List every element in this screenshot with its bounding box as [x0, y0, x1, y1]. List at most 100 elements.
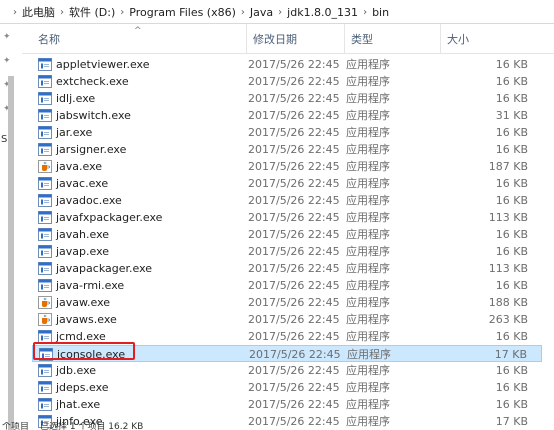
- file-type: 应用程序: [346, 228, 390, 241]
- file-name: jhat.exe: [56, 398, 101, 411]
- file-name: appletviewer.exe: [56, 58, 150, 71]
- java-app-icon: [38, 75, 52, 88]
- file-size: 16 KB: [495, 143, 528, 156]
- file-size: 113 KB: [488, 211, 528, 224]
- file-row[interactable]: javafxpackager.exe 2017/5/26 22:45 应用程序 113…: [32, 209, 542, 226]
- column-header-date[interactable]: 修改日期: [246, 24, 344, 54]
- file-row[interactable]: java-rmi.exe 2017/5/26 22:45 应用程序 16 KB: [32, 277, 542, 294]
- breadcrumb-item-jdk[interactable]: jdk1.8.0_131: [287, 6, 358, 19]
- file-size: 16 KB: [495, 381, 528, 394]
- file-modified-date: 2017/5/26 22:45: [248, 296, 340, 309]
- file-row[interactable]: jhat.exe 2017/5/26 22:45 应用程序 16 KB: [32, 396, 542, 413]
- java-app-icon: [38, 211, 52, 224]
- file-size: 16 KB: [495, 279, 528, 292]
- breadcrumb-item-this-pc[interactable]: 此电脑: [22, 4, 55, 20]
- file-type: 应用程序: [346, 177, 390, 190]
- nav-scrollbar[interactable]: [8, 76, 14, 430]
- file-modified-date: 2017/5/26 22:45: [248, 279, 340, 292]
- file-size: 16 KB: [495, 398, 528, 411]
- file-type: 应用程序: [346, 398, 390, 411]
- breadcrumb-separator: ›: [363, 6, 368, 18]
- file-type: 应用程序: [346, 262, 390, 275]
- file-type: 应用程序: [346, 330, 390, 343]
- java-app-icon: [38, 92, 52, 105]
- nav-scrollbar-thumb[interactable]: [8, 76, 14, 430]
- breadcrumb-separator: ›: [120, 6, 125, 18]
- pin-icon[interactable]: ✦: [3, 32, 11, 42]
- java-app-icon: [38, 177, 52, 190]
- file-modified-date: 2017/5/26 22:45: [248, 381, 340, 394]
- column-header-type[interactable]: 类型: [344, 24, 440, 54]
- file-row[interactable]: javapackager.exe 2017/5/26 22:45 应用程序 113 K…: [32, 260, 542, 277]
- file-modified-date: 2017/5/26 22:45: [248, 58, 340, 71]
- breadcrumb-item-program-files[interactable]: Program Files (x86): [129, 6, 236, 19]
- file-size: 31 KB: [495, 109, 528, 122]
- file-name: javafxpackager.exe: [56, 211, 163, 224]
- file-row[interactable]: jar.exe 2017/5/26 22:45 应用程序 16 KB: [32, 124, 542, 141]
- file-row[interactable]: javaw.exe 2017/5/26 22:45 应用程序 188 KB: [32, 294, 542, 311]
- file-modified-date: 2017/5/26 22:45: [248, 245, 340, 258]
- file-size: 113 KB: [488, 262, 528, 275]
- file-type: 应用程序: [346, 126, 390, 139]
- java-app-icon: [38, 330, 52, 343]
- file-name: extcheck.exe: [56, 75, 129, 88]
- file-row[interactable]: jdeps.exe 2017/5/26 22:45 应用程序 16 KB: [32, 379, 542, 396]
- file-row[interactable]: javap.exe 2017/5/26 22:45 应用程序 16 KB: [32, 243, 542, 260]
- file-modified-date: 2017/5/26 22:45: [248, 92, 340, 105]
- file-type: 应用程序: [347, 348, 391, 361]
- file-row[interactable]: jabswitch.exe 2017/5/26 22:45 应用程序 31 KB: [32, 107, 542, 124]
- file-row[interactable]: jconsole.exe 2017/5/26 22:45 应用程序 17 KB: [32, 345, 542, 362]
- file-type: 应用程序: [346, 143, 390, 156]
- file-name: idlj.exe: [56, 92, 96, 105]
- java-app-icon: [38, 109, 52, 122]
- file-name: javap.exe: [56, 245, 110, 258]
- file-row[interactable]: javac.exe 2017/5/26 22:45 应用程序 16 KB: [32, 175, 542, 192]
- java-app-icon: [38, 279, 52, 292]
- column-header-size[interactable]: 大小: [440, 24, 540, 54]
- file-row[interactable]: javah.exe 2017/5/26 22:45 应用程序 16 KB: [32, 226, 542, 243]
- file-name: javaw.exe: [56, 296, 111, 309]
- file-size: 16 KB: [495, 177, 528, 190]
- file-type: 应用程序: [346, 313, 390, 326]
- file-row[interactable]: jarsigner.exe 2017/5/26 22:45 应用程序 16 KB: [32, 141, 542, 158]
- file-name: jcmd.exe: [56, 330, 106, 343]
- file-modified-date: 2017/5/26 22:45: [249, 348, 341, 361]
- file-name: jdb.exe: [56, 364, 97, 377]
- breadcrumb-item-bin[interactable]: bin: [372, 6, 389, 19]
- file-row[interactable]: java.exe 2017/5/26 22:45 应用程序 187 KB: [32, 158, 542, 175]
- file-row[interactable]: extcheck.exe 2017/5/26 22:45 应用程序 16 KB: [32, 73, 542, 90]
- file-row[interactable]: jdb.exe 2017/5/26 22:45 应用程序 16 KB: [32, 362, 542, 379]
- file-size: 263 KB: [488, 313, 528, 326]
- file-size: 188 KB: [488, 296, 528, 309]
- file-row[interactable]: appletviewer.exe 2017/5/26 22:45 应用程序 16 KB: [32, 56, 542, 73]
- file-name: jar.exe: [56, 126, 93, 139]
- file-type: 应用程序: [346, 211, 390, 224]
- file-modified-date: 2017/5/26 22:45: [248, 262, 340, 275]
- file-row[interactable]: javadoc.exe 2017/5/26 22:45 应用程序 16 KB: [32, 192, 542, 209]
- breadcrumb-item-drive[interactable]: 软件 (D:): [69, 4, 115, 20]
- file-modified-date: 2017/5/26 22:45: [248, 398, 340, 411]
- pin-icon[interactable]: ✦: [3, 56, 11, 66]
- java-app-icon: [38, 228, 52, 241]
- java-app-icon: [38, 381, 52, 394]
- file-modified-date: 2017/5/26 22:45: [248, 211, 340, 224]
- breadcrumb-separator: ›: [13, 6, 17, 18]
- file-size: 16 KB: [495, 58, 528, 71]
- breadcrumb-item-java[interactable]: Java: [250, 6, 273, 19]
- file-size: 16 KB: [495, 228, 528, 241]
- file-row[interactable]: jcmd.exe 2017/5/26 22:45 应用程序 16 KB: [32, 328, 542, 345]
- java-app-icon: [38, 58, 52, 71]
- breadcrumb-separator: ›: [60, 6, 64, 18]
- address-bar[interactable]: › 此电脑 › 软件 (D:) › Program Files (x86) › …: [0, 0, 554, 24]
- status-selection: 已选择 1 个项目 16.2 KB: [40, 422, 144, 430]
- column-header-name[interactable]: 名称: [32, 24, 246, 54]
- file-modified-date: 2017/5/26 22:45: [248, 330, 340, 343]
- java-app-icon: [38, 364, 52, 377]
- file-row[interactable]: idlj.exe 2017/5/26 22:45 应用程序 16 KB: [32, 90, 542, 107]
- file-name: javac.exe: [56, 177, 109, 190]
- file-row[interactable]: javaws.exe 2017/5/26 22:45 应用程序 263 KB: [32, 311, 542, 328]
- java-coffee-icon: [38, 296, 52, 309]
- status-bar: 个项目 已选择 1 个项目 16.2 KB: [0, 422, 554, 430]
- file-modified-date: 2017/5/26 22:45: [248, 109, 340, 122]
- file-type: 应用程序: [346, 160, 390, 173]
